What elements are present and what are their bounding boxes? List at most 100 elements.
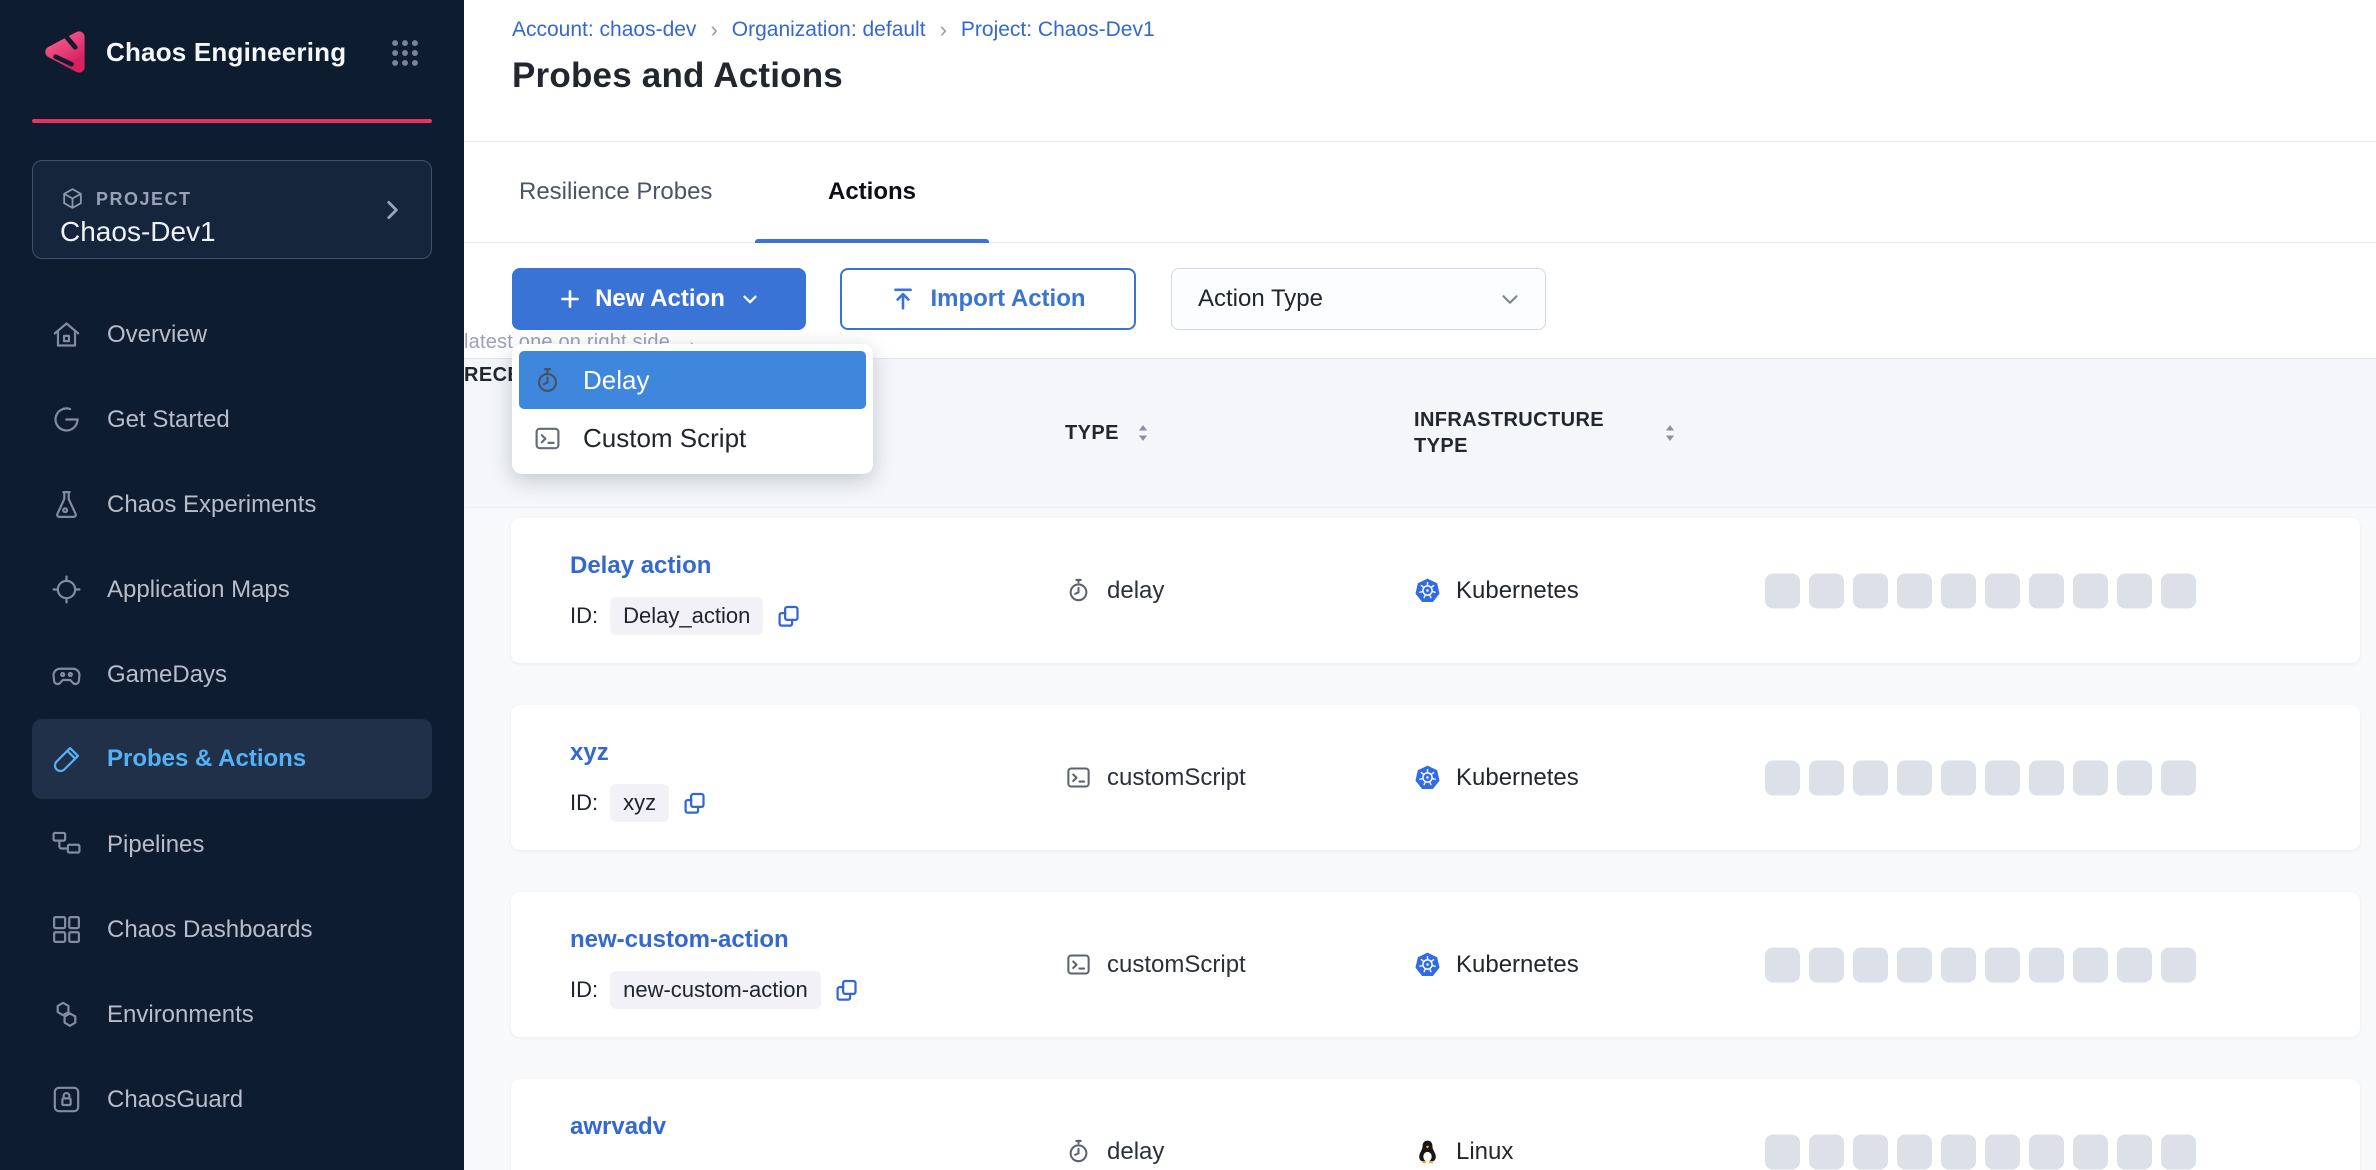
stopwatch-icon — [1065, 1138, 1092, 1165]
page-header: Account: chaos-dev›Organization: default… — [464, 0, 2376, 142]
execution-result-placeholder — [2073, 1134, 2108, 1169]
infrastructure-cell: Kubernetes — [1414, 577, 1579, 605]
sidebar-item-pipelines[interactable]: Pipelines — [32, 802, 432, 887]
tab-resilience-probes[interactable]: Resilience Probes — [519, 142, 712, 242]
infrastructure-cell: Linux — [1414, 1138, 1513, 1166]
action-type-text: customScript — [1107, 951, 1246, 979]
chevron-down-icon — [1497, 286, 1523, 312]
action-name-link[interactable]: new-custom-action — [570, 926, 789, 953]
action-type-select[interactable]: Action Type — [1171, 268, 1546, 330]
app-switcher-grid-icon[interactable] — [388, 36, 422, 70]
execution-result-placeholder — [1765, 760, 1800, 795]
action-type-cell: customScript — [1065, 764, 1246, 792]
sidebar-item-chaosguard[interactable]: ChaosGuard — [32, 1057, 432, 1142]
column-infrastructure-label: INFRASTRUCTURE TYPE — [1414, 407, 1634, 459]
page-title: Probes and Actions — [512, 56, 843, 96]
sidebar-item-label: Probes & Actions — [107, 745, 306, 773]
action-name-cell: xyz ID: xyz — [570, 739, 708, 822]
copy-icon[interactable] — [775, 603, 802, 630]
execution-result-placeholder — [1897, 1134, 1932, 1169]
import-action-label: Import Action — [930, 285, 1085, 313]
tab-actions[interactable]: Actions — [755, 142, 989, 242]
copy-icon[interactable] — [681, 790, 708, 817]
execution-result-placeholder — [2117, 573, 2152, 608]
chaos-engineering-app: Chaos Engineering PROJECT Chaos-Dev1 — [0, 0, 2376, 1170]
execution-result-placeholder — [1853, 760, 1888, 795]
sidebar-item-get-started[interactable]: Get Started — [32, 377, 432, 462]
execution-result-placeholder — [2073, 573, 2108, 608]
sidebar-item-overview[interactable]: Overview — [32, 292, 432, 377]
sidebar-item-label: GameDays — [107, 661, 227, 689]
sidebar: Chaos Engineering PROJECT Chaos-Dev1 — [0, 0, 464, 1170]
import-action-button[interactable]: Import Action — [840, 268, 1136, 330]
infrastructure-text: Kubernetes — [1456, 951, 1579, 979]
terminal-icon — [533, 424, 562, 453]
project-selector[interactable]: PROJECT Chaos-Dev1 — [32, 160, 432, 259]
recent-execution-results — [1765, 1134, 2196, 1169]
execution-result-placeholder — [1853, 1134, 1888, 1169]
sort-icon[interactable] — [1660, 420, 1680, 446]
kubernetes-icon — [1414, 951, 1441, 978]
sidebar-item-chaos-dashboards[interactable]: Chaos Dashboards — [32, 887, 432, 972]
sidebar-nav: Overview Get Started Chaos Experiments A… — [0, 292, 464, 1142]
execution-result-placeholder — [1941, 1134, 1976, 1169]
upload-icon — [890, 286, 916, 312]
execution-result-placeholder — [1809, 1134, 1844, 1169]
action-type-cell: customScript — [1065, 951, 1246, 979]
execution-result-placeholder — [2161, 760, 2196, 795]
execution-result-placeholder — [1941, 760, 1976, 795]
sort-icon[interactable] — [1133, 420, 1153, 446]
recent-execution-results — [1765, 760, 2196, 795]
sidebar-item-label: Pipelines — [107, 831, 204, 859]
execution-result-placeholder — [2161, 573, 2196, 608]
kubernetes-icon — [1414, 764, 1441, 791]
table-row: Delay action ID: Delay_action delay Kube… — [511, 518, 2360, 663]
action-type-cell: delay — [1065, 1138, 1164, 1166]
copy-icon[interactable] — [833, 977, 860, 1004]
lock-icon — [50, 1083, 83, 1116]
execution-result-placeholder — [2117, 760, 2152, 795]
breadcrumb-link[interactable]: Organization: default — [732, 18, 926, 42]
infrastructure-cell: Kubernetes — [1414, 951, 1579, 979]
menu-item-custom-script[interactable]: Custom Script — [519, 409, 866, 467]
plus-icon — [557, 286, 583, 312]
execution-result-placeholder — [1809, 573, 1844, 608]
action-id-line: ID: new-custom-action — [570, 971, 860, 1009]
action-type-value: Action Type — [1198, 285, 1497, 313]
action-id-line: ID: Delay_action — [570, 597, 802, 635]
sidebar-item-chaos-experiments[interactable]: Chaos Experiments — [32, 462, 432, 547]
action-name-cell: new-custom-action ID: new-custom-action — [570, 926, 860, 1009]
execution-result-placeholder — [2073, 947, 2108, 982]
execution-result-placeholder — [1985, 573, 2020, 608]
sidebar-item-label: Chaos Experiments — [107, 491, 316, 519]
action-name-link[interactable]: xyz — [570, 739, 609, 766]
pipeline-icon — [50, 828, 83, 861]
menu-item-delay[interactable]: Delay — [519, 351, 866, 409]
action-type-text: delay — [1107, 1138, 1164, 1166]
action-name-link[interactable]: awrvadv — [570, 1113, 666, 1140]
sidebar-item-label: Overview — [107, 321, 207, 349]
chevron-right-icon — [379, 197, 405, 223]
breadcrumb-link[interactable]: Project: Chaos-Dev1 — [961, 18, 1155, 42]
action-name-link[interactable]: Delay action — [570, 552, 711, 579]
sidebar-item-application-maps[interactable]: Application Maps — [32, 547, 432, 632]
stopwatch-icon — [533, 366, 562, 395]
sidebar-item-gamedays[interactable]: GameDays — [32, 632, 432, 717]
sidebar-item-environments[interactable]: Environments — [32, 972, 432, 1057]
sidebar-item-label: Application Maps — [107, 576, 290, 604]
execution-result-placeholder — [2161, 1134, 2196, 1169]
recent-execution-results — [1765, 573, 2196, 608]
id-label: ID: — [570, 603, 598, 629]
execution-result-placeholder — [2117, 947, 2152, 982]
sidebar-item-label: ChaosGuard — [107, 1086, 243, 1114]
action-name-cell: awrvadv — [570, 1113, 666, 1141]
new-action-dropdown: Delay Custom Script — [512, 344, 873, 474]
chevron-down-icon — [739, 288, 761, 310]
new-action-button[interactable]: New Action — [512, 268, 806, 330]
breadcrumb-link[interactable]: Account: chaos-dev — [512, 18, 696, 42]
sidebar-item-probes-actions[interactable]: Probes & Actions — [32, 719, 432, 799]
execution-result-placeholder — [1765, 1134, 1800, 1169]
gamepad-icon — [50, 658, 83, 691]
execution-result-placeholder — [2117, 1134, 2152, 1169]
test-tube-icon — [50, 743, 83, 776]
